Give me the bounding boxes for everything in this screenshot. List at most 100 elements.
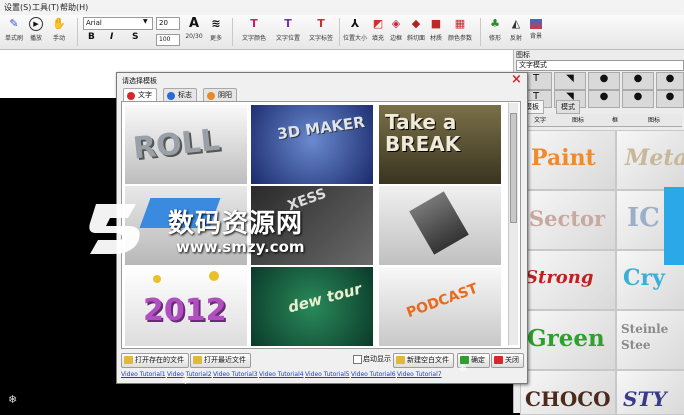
video-tutorial-link[interactable]: Video Tutorial1 — [121, 371, 166, 378]
more-button[interactable]: ≋ 更多 — [207, 17, 225, 42]
video-tutorial-link[interactable]: Video Tutorial3 — [213, 371, 258, 378]
border-button[interactable]: ◈ 边框 — [388, 17, 404, 42]
new-file-icon — [396, 356, 405, 364]
toolbar-separator — [77, 18, 78, 46]
text-tab-icon — [127, 92, 135, 100]
brush-icon: ✎ — [9, 17, 19, 30]
close-icon — [494, 356, 503, 364]
new-blank-button[interactable]: 新建空白文件 — [393, 353, 454, 368]
text-label-button[interactable]: T 文字标签 — [305, 17, 337, 42]
italic-button[interactable]: I — [110, 32, 113, 42]
tab-mode[interactable]: 模式 — [556, 100, 580, 114]
style-choco[interactable]: CHOCO — [520, 370, 616, 415]
subtab-text[interactable]: 文字 — [534, 115, 546, 124]
dialog-title: 请选择模板 — [122, 77, 157, 85]
thumbnail-take-a-break[interactable]: Take a BREAK — [379, 105, 501, 184]
style-sector[interactable]: Sector — [520, 190, 616, 250]
toolbar-separator — [339, 18, 340, 46]
tab-logo[interactable]: 标志 — [163, 88, 197, 102]
font-a-icon: A — [188, 16, 200, 31]
thumbnail-3dmaker[interactable]: 3D MAKER — [251, 105, 373, 184]
brush-button[interactable]: ✎ 单式刷 — [3, 17, 25, 42]
block-shape-icon — [409, 191, 469, 255]
style-strong[interactable]: Strong — [520, 250, 616, 310]
snowflake-icon: ❄ — [181, 374, 191, 387]
startup-check-label: 启动显示 — [363, 355, 391, 363]
text-color-icon: T — [250, 17, 258, 30]
menu-settings[interactable]: 设置(S) — [4, 2, 31, 13]
thumbnail-podcast[interactable]: PODCAST — [379, 267, 501, 346]
play-button[interactable]: ▶ 播放 — [27, 17, 45, 42]
text-label-icon: T — [317, 17, 325, 30]
subtab-icon[interactable]: 图标 — [572, 115, 584, 124]
material-icon: ■ — [430, 17, 442, 30]
thumbnail-6[interactable] — [379, 186, 501, 265]
preset-button-2[interactable]: ◥ — [554, 72, 586, 90]
scrollbar-thumb[interactable] — [510, 113, 517, 223]
vertical-scrollbar[interactable] — [508, 103, 518, 345]
toolbar: ✎ 单式刷 ▶ 播放 ✋ 手动 Arial ▼ 20 B I S 100 A 2… — [0, 15, 684, 50]
text-position-icon: T — [284, 17, 292, 30]
font-3d-button[interactable]: A 20/30 — [184, 16, 204, 41]
shape-button[interactable]: ♣ 修形 — [485, 17, 505, 42]
folder-icon — [193, 356, 202, 364]
style-metal[interactable]: Meta — [616, 130, 684, 190]
thumbnail-dew-tour[interactable]: dew tour — [251, 267, 373, 346]
strike-button[interactable]: S — [132, 32, 138, 42]
tab-yinyang[interactable]: 阴阳 — [203, 88, 237, 102]
font-size-input-2[interactable]: 100 — [156, 34, 180, 46]
text-position-button[interactable]: T 文字位置 — [272, 17, 304, 42]
bold-button[interactable]: B — [88, 32, 95, 42]
preset-button-8[interactable]: ● — [588, 90, 620, 108]
watermark-logo — [88, 198, 160, 256]
watermark-url: www.smzy.com — [176, 238, 305, 256]
bevel-icon: ◆ — [411, 17, 421, 30]
video-tutorial-link[interactable]: Video Tutorial4 — [259, 371, 304, 378]
preset-button-5[interactable]: ● — [656, 72, 684, 90]
more-icon: ≋ — [211, 17, 221, 30]
preset-button-9[interactable]: ● — [622, 90, 654, 108]
menu-help[interactable]: 帮助(H) — [60, 2, 88, 13]
open-existing-button[interactable]: 打开存在的文件 — [121, 353, 189, 368]
bevel-button[interactable]: ◆ 斜切面 — [406, 17, 426, 42]
subtab-icon-2[interactable]: 图标 — [648, 115, 660, 124]
logo-tab-icon — [167, 92, 175, 100]
fill-button[interactable]: ◩ 填充 — [370, 17, 386, 42]
background-icon — [530, 19, 542, 29]
snowflake-icon: ❄ — [8, 393, 18, 406]
preset-button-4[interactable]: ● — [622, 72, 654, 90]
reflect-button[interactable]: ◭ 反射 — [508, 17, 524, 42]
background-button[interactable]: 背景 — [527, 17, 545, 40]
style-paint[interactable]: Paint — [520, 130, 616, 190]
video-tutorial-link[interactable]: Video Tutorial7 — [397, 371, 442, 378]
manual-button[interactable]: ✋ 手动 — [48, 17, 70, 42]
hand-icon: ✋ — [52, 17, 66, 30]
style-green[interactable]: Green — [520, 310, 616, 370]
close-icon[interactable]: × — [511, 72, 522, 87]
ball-icon — [153, 275, 161, 283]
position-size-button[interactable]: ⅄ 位置大小 — [342, 17, 368, 42]
preset-button-3[interactable]: ● — [588, 72, 620, 90]
subtab-frame[interactable]: 框 — [612, 115, 618, 124]
preset-button-10[interactable]: ● — [656, 90, 684, 108]
close-button[interactable]: 关闭 — [491, 353, 524, 368]
panel-title: 图标 — [516, 51, 530, 59]
color-params-button[interactable]: ▦ 颜色参数 — [447, 17, 473, 42]
chevron-down-icon[interactable]: ▼ — [143, 18, 148, 25]
open-recent-button[interactable]: 打开最近文件 — [190, 353, 251, 368]
text-color-button[interactable]: T 文字颜色 — [238, 17, 270, 42]
style-steel[interactable]: Steinle Stee — [616, 310, 684, 370]
thumbnail-roll[interactable]: ROLL — [125, 105, 247, 184]
material-button[interactable]: ■ 材质 — [428, 17, 444, 42]
menu-tools[interactable]: 工具(T) — [32, 2, 59, 13]
startup-checkbox[interactable] — [353, 355, 362, 364]
thumbnail-2012[interactable]: 2012 — [125, 267, 247, 346]
fill-icon: ◩ — [372, 17, 384, 30]
video-tutorial-link[interactable]: Video Tutorial6 — [351, 371, 396, 378]
font-size-input[interactable]: 20 — [156, 17, 180, 30]
tab-text[interactable]: 文字 — [123, 88, 157, 102]
video-tutorial-link[interactable]: Video Tutorial5 — [305, 371, 350, 378]
style-sty[interactable]: STY — [616, 370, 684, 415]
side-drawer-tab[interactable] — [664, 187, 684, 265]
text-mode-select[interactable]: 文字模式 — [516, 60, 684, 71]
